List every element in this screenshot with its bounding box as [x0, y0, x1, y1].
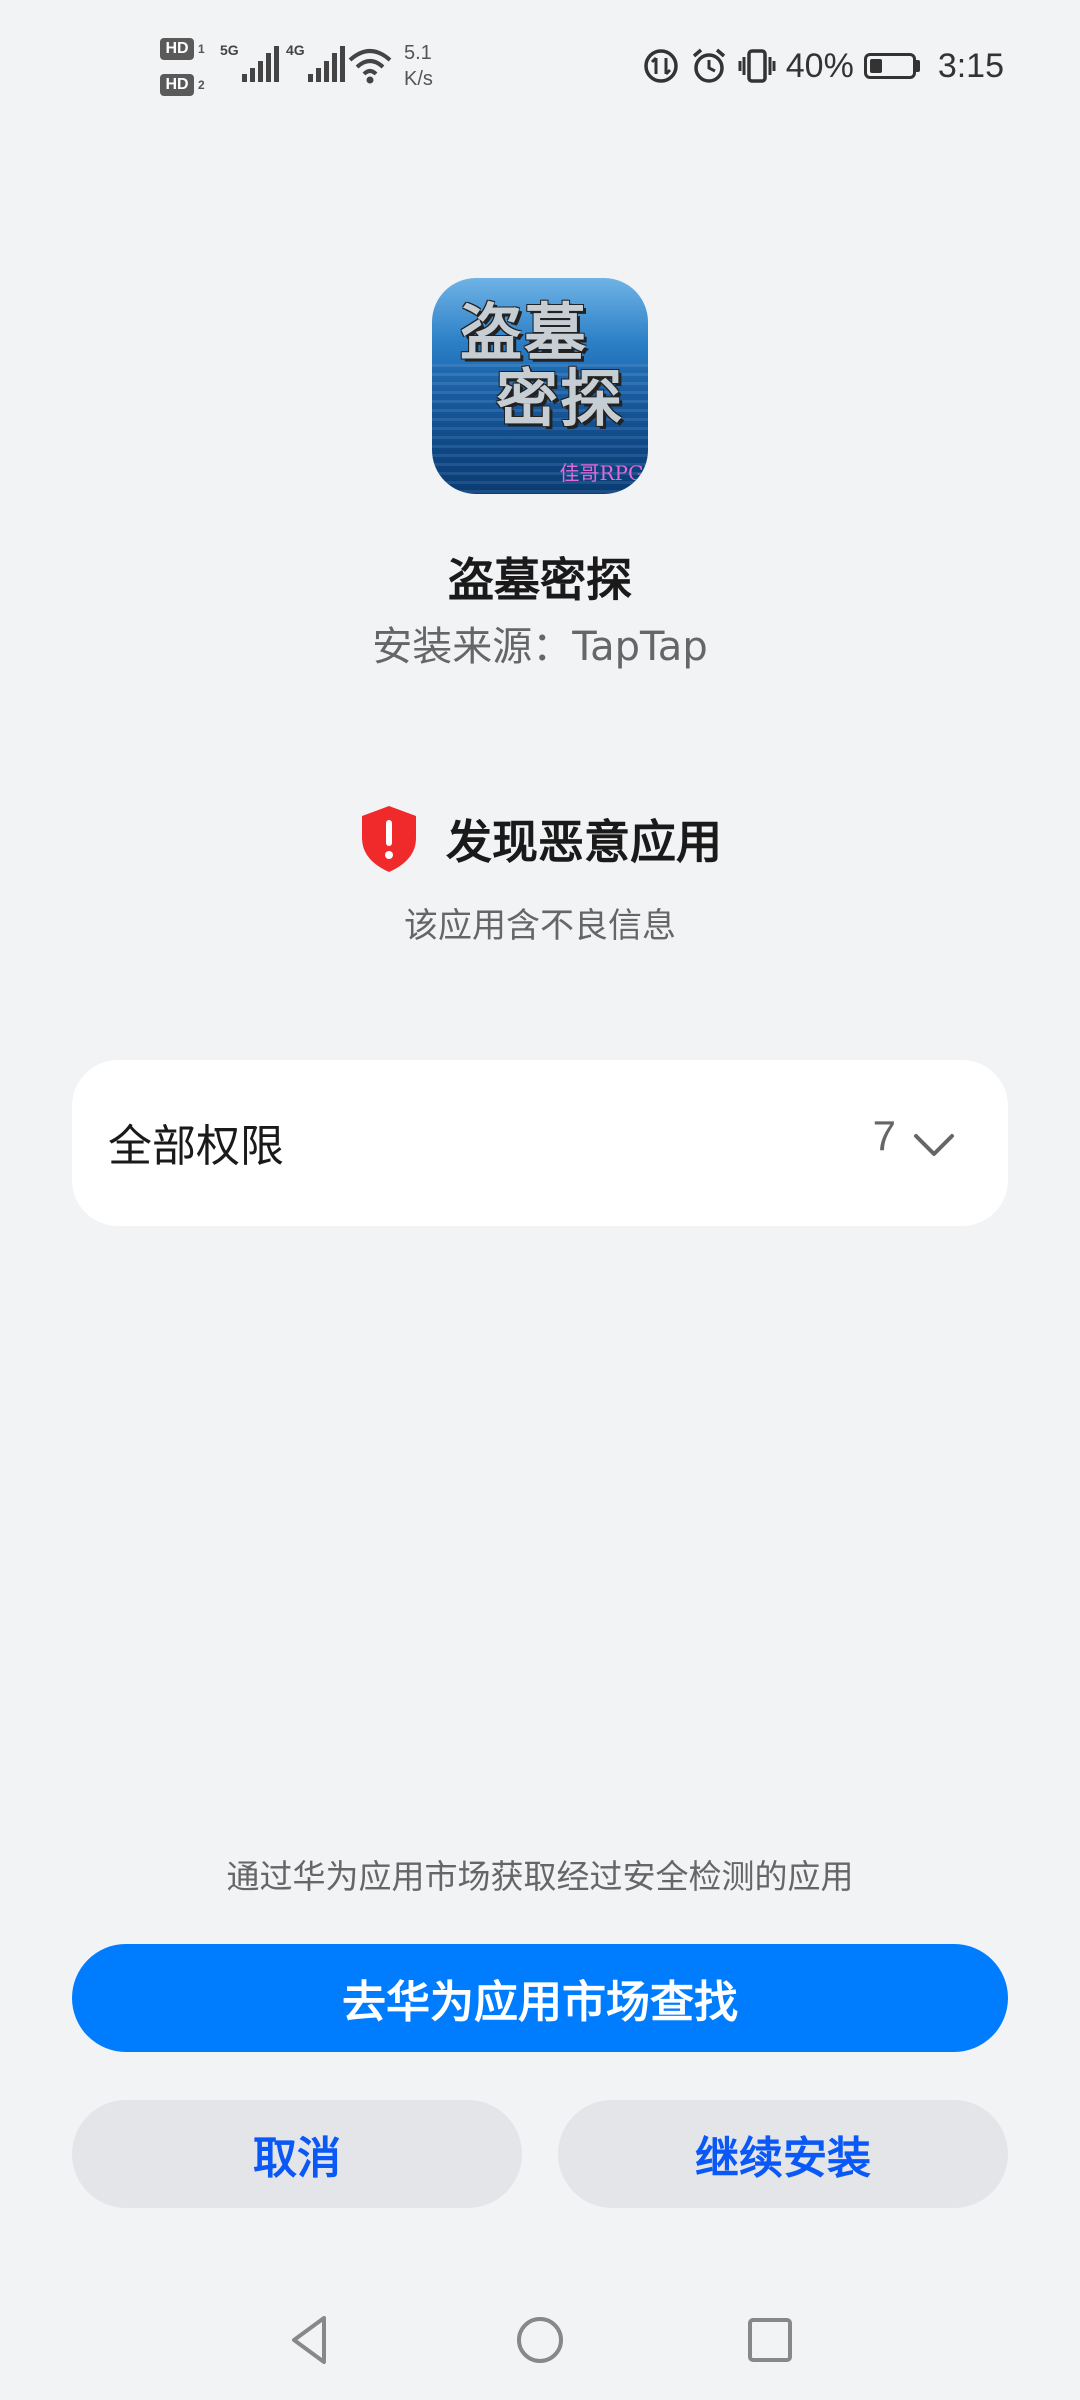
home-icon[interactable] — [510, 2310, 570, 2370]
app-name: 盗墓密探 — [448, 553, 632, 607]
app-icon-text-line2: 密探 — [496, 362, 625, 435]
find-in-huawei-appgallery-button[interactable]: 去华为应用市场查找 — [72, 1944, 1008, 2052]
warning-title: 发现恶意应用 — [446, 815, 722, 869]
hd1-sim-number: 1 — [198, 42, 205, 56]
back-icon[interactable] — [280, 2310, 340, 2370]
data-saver-icon — [644, 49, 678, 83]
app-icon-brand: 佳哥RPG — [559, 461, 645, 485]
chevron-down-icon[interactable] — [912, 1124, 956, 1168]
cancel-button[interactable]: 取消 — [72, 2100, 522, 2208]
status-clock: 3:15 — [937, 46, 1004, 85]
status-right-group: 40% 3:15 — [642, 44, 1004, 88]
permissions-count: 7 — [872, 1112, 896, 1159]
install-source: 安装来源：TapTap — [372, 624, 708, 670]
recents-icon[interactable] — [740, 2310, 800, 2370]
hd2-badge: HD — [160, 74, 194, 96]
hd2-sim-number: 2 — [198, 78, 205, 92]
permissions-label: 全部权限 — [108, 1121, 284, 1172]
battery-icon — [863, 53, 920, 79]
navigation-bar — [0, 2300, 1080, 2380]
wifi-icon — [348, 49, 392, 84]
network-speed-value: 5.1 — [404, 42, 432, 64]
battery-fill — [869, 59, 883, 73]
alarm-icon — [692, 48, 725, 83]
hd1-badge: HD — [160, 38, 194, 60]
hd-voice-indicator: HD 1 HD 2 — [160, 38, 212, 100]
status-bar: HD 1 HD 2 5G 4G 5.1 K/s 40% 3:15 — [0, 0, 1080, 140]
battery-tip — [915, 60, 920, 72]
battery-percent: 40% — [785, 46, 854, 85]
safety-hint: 通过华为应用市场获取经过安全检测的应用 — [226, 1857, 854, 1896]
shield-alert-icon — [362, 806, 416, 872]
malware-warning: 发现恶意应用 — [0, 804, 1080, 874]
app-icon-text-line1: 盗墓 — [460, 296, 589, 369]
all-permissions-row[interactable]: 全部权限 7 — [72, 1060, 1008, 1226]
vibrate-icon — [738, 49, 776, 83]
continue-install-button[interactable]: 继续安装 — [558, 2100, 1008, 2208]
warning-subtitle: 该应用含不良信息 — [404, 906, 676, 946]
app-icon: 盗墓 密探 佳哥RPG — [432, 278, 648, 494]
network-speed-unit: K/s — [404, 68, 433, 90]
battery-body — [863, 53, 916, 79]
network-speed: 5.1 K/s — [404, 40, 433, 92]
